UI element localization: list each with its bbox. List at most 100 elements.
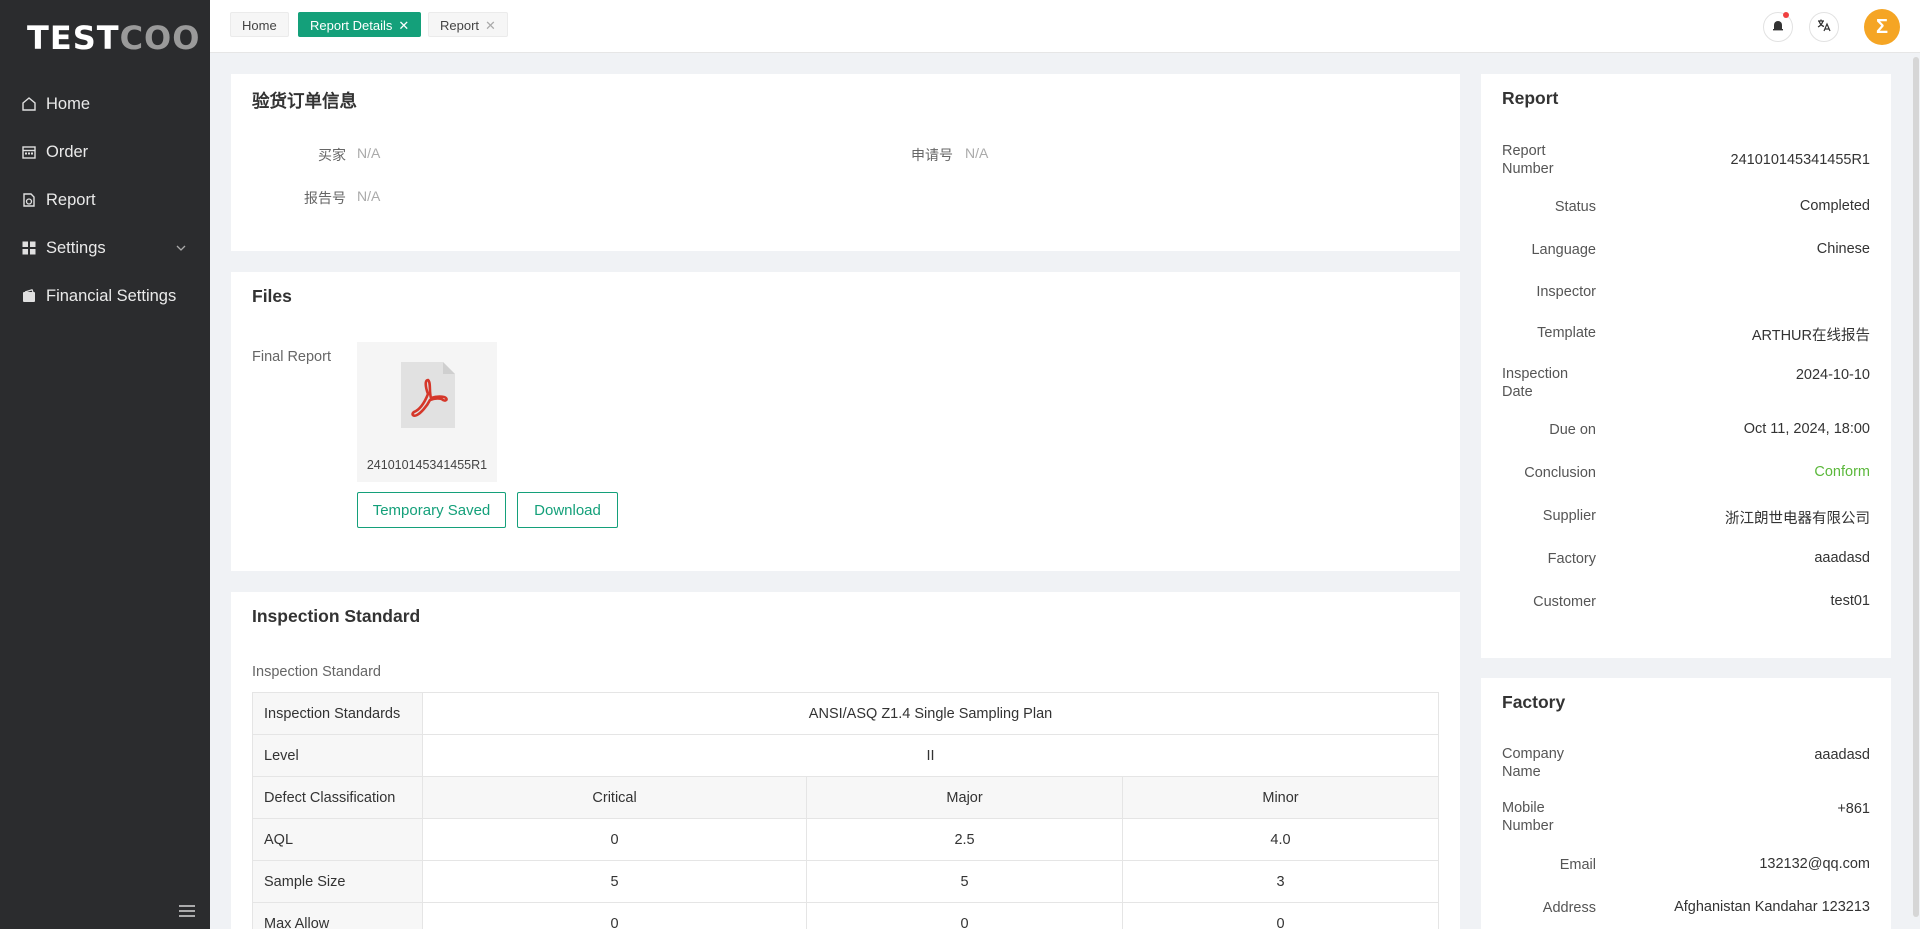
table-cell-label: Defect Classification xyxy=(252,776,423,819)
table-cell: 0 xyxy=(421,818,808,861)
customer-label: Customer xyxy=(1533,594,1596,610)
sidebar-item-order[interactable]: Order xyxy=(0,128,210,176)
report-number-label: Report Number xyxy=(1502,143,1554,177)
supplier-value: 浙江朗世电器有限公司 xyxy=(1725,511,1870,527)
buyer-label: 买家 xyxy=(318,147,346,163)
conclusion-label: Conclusion xyxy=(1524,465,1596,481)
tab-label: Home xyxy=(242,18,277,33)
scrollbar-thumb[interactable] xyxy=(1913,57,1919,917)
grid-icon xyxy=(20,239,38,257)
notification-button[interactable] xyxy=(1763,12,1793,42)
page-scrollbar[interactable] xyxy=(1912,53,1920,929)
table-row: Defect Classification Critical Major Min… xyxy=(252,776,1440,819)
table-cell-label: Level xyxy=(252,734,423,777)
temporary-saved-button[interactable]: Temporary Saved xyxy=(357,492,506,528)
calendar-icon xyxy=(20,143,38,161)
conclusion-value: Conform xyxy=(1814,464,1870,480)
pdf-file-thumbnail[interactable]: 241010145341455R1 xyxy=(357,342,497,482)
table-cell: 2.5 xyxy=(806,818,1123,861)
application-no-value: N/A xyxy=(965,145,989,161)
sidebar-item-financial-settings[interactable]: Financial Settings xyxy=(0,272,210,320)
tab-home[interactable]: Home xyxy=(230,12,289,37)
email-label: Email xyxy=(1559,857,1596,873)
table-header-cell: Minor xyxy=(1121,776,1440,819)
table-cell: 0 xyxy=(1121,902,1440,929)
sidebar-item-home[interactable]: Home xyxy=(0,80,210,128)
menu-collapse-icon[interactable] xyxy=(178,904,196,918)
sidebar-item-label: Financial Settings xyxy=(46,286,177,305)
company-name-value: aaadasd xyxy=(1814,747,1870,763)
tab-report-details[interactable]: Report Details ✕ xyxy=(298,12,422,37)
table-row: Inspection Standards ANSI/ASQ Z1.4 Singl… xyxy=(252,692,1439,735)
chevron-down-icon xyxy=(176,241,186,255)
inspection-date-label: Inspection Date xyxy=(1502,366,1569,400)
mobile-number-value: +861 xyxy=(1837,801,1870,817)
sidebar-nav: Home Order Report Settings Financial Set… xyxy=(0,80,210,320)
due-on-value: Oct 11, 2024, 18:00 xyxy=(1743,421,1870,437)
close-icon[interactable]: ✕ xyxy=(398,18,409,33)
download-button[interactable]: Download xyxy=(517,492,618,528)
due-on-label: Due on xyxy=(1549,422,1596,438)
report-panel-title: Report xyxy=(1502,88,1559,108)
report-panel: Report Report Number 241010145341455R1 S… xyxy=(1481,74,1891,658)
notification-dot xyxy=(1783,12,1789,18)
tab-label: Report xyxy=(440,18,480,33)
inspection-standard-card: Inspection Standard Inspection Standard … xyxy=(231,592,1460,929)
company-name-label: Company Name xyxy=(1502,746,1565,780)
table-cell: 5 xyxy=(806,860,1123,903)
report-icon xyxy=(20,191,38,209)
table-cell: II xyxy=(422,734,1439,777)
files-card: Files Final Report 241010145341455R1 Tem… xyxy=(231,272,1460,571)
customer-value: test01 xyxy=(1830,593,1871,609)
close-icon[interactable]: ✕ xyxy=(485,18,496,33)
template-value: ARTHUR在线报告 xyxy=(1751,328,1870,344)
table-cell-label: Inspection Standards xyxy=(252,692,423,735)
translate-icon xyxy=(1817,18,1831,36)
table-row: AQL 0 2.5 4.0 xyxy=(252,818,1440,861)
table-cell: 5 xyxy=(421,860,808,903)
inspection-date-value: 2024-10-10 xyxy=(1795,367,1870,383)
table-row: Max Allow 0 0 0 xyxy=(252,902,1440,929)
inspection-standard-subtitle: Inspection Standard xyxy=(252,664,381,680)
avatar[interactable]: Σ xyxy=(1864,9,1900,45)
tab-label: Report Details xyxy=(310,18,393,33)
sidebar-item-report[interactable]: Report xyxy=(0,176,210,224)
table-cell: 3 xyxy=(1121,860,1440,903)
sidebar: TEST COO Home Order Report Settings Fina… xyxy=(0,0,210,929)
status-value: Completed xyxy=(1799,198,1870,214)
inspection-standard-title: Inspection Standard xyxy=(252,606,421,626)
template-label: Template xyxy=(1537,325,1596,341)
table-cell: 0 xyxy=(806,902,1123,929)
inspection-standard-table: Inspection Standards ANSI/ASQ Z1.4 Singl… xyxy=(252,692,1440,929)
table-cell-label: Max Allow xyxy=(252,902,423,929)
avatar-letter: Σ xyxy=(1875,15,1888,38)
app-logo[interactable]: TEST COO xyxy=(0,0,210,76)
factory-value: aaadasd xyxy=(1814,550,1870,566)
address-value: Afghanistan Kandahar 123213 xyxy=(1674,899,1870,915)
table-row: Sample Size 5 5 3 xyxy=(252,860,1440,903)
file-name: 241010145341455R1 xyxy=(366,458,488,472)
home-icon xyxy=(20,95,38,113)
status-label: Status xyxy=(1554,199,1596,215)
final-report-label: Final Report xyxy=(252,349,331,365)
sidebar-item-settings[interactable]: Settings xyxy=(0,224,210,272)
factory-panel: Factory Company Name aaadasd Mobile Numb… xyxy=(1481,678,1891,929)
sidebar-item-label: Order xyxy=(46,142,89,161)
tab-report[interactable]: Report ✕ xyxy=(428,12,508,37)
application-no-label: 申请号 xyxy=(911,147,953,163)
language-value: Chinese xyxy=(1816,241,1870,257)
table-cell-label: Sample Size xyxy=(252,860,423,903)
table-cell: ANSI/ASQ Z1.4 Single Sampling Plan xyxy=(422,692,1439,735)
table-cell-label: AQL xyxy=(252,818,423,861)
logo-text-primary: TEST xyxy=(27,19,120,57)
inspector-label: Inspector xyxy=(1536,284,1596,300)
report-no-value: N/A xyxy=(357,188,381,204)
factory-panel-title: Factory xyxy=(1502,692,1566,712)
address-label: Address xyxy=(1542,900,1596,916)
factory-label: Factory xyxy=(1547,551,1596,567)
wallet-icon xyxy=(20,287,38,305)
sidebar-item-label: Home xyxy=(46,94,91,113)
language-button[interactable] xyxy=(1809,12,1839,42)
mobile-number-label: Mobile Number xyxy=(1502,800,1554,834)
email-value: 132132@qq.com xyxy=(1759,856,1870,872)
